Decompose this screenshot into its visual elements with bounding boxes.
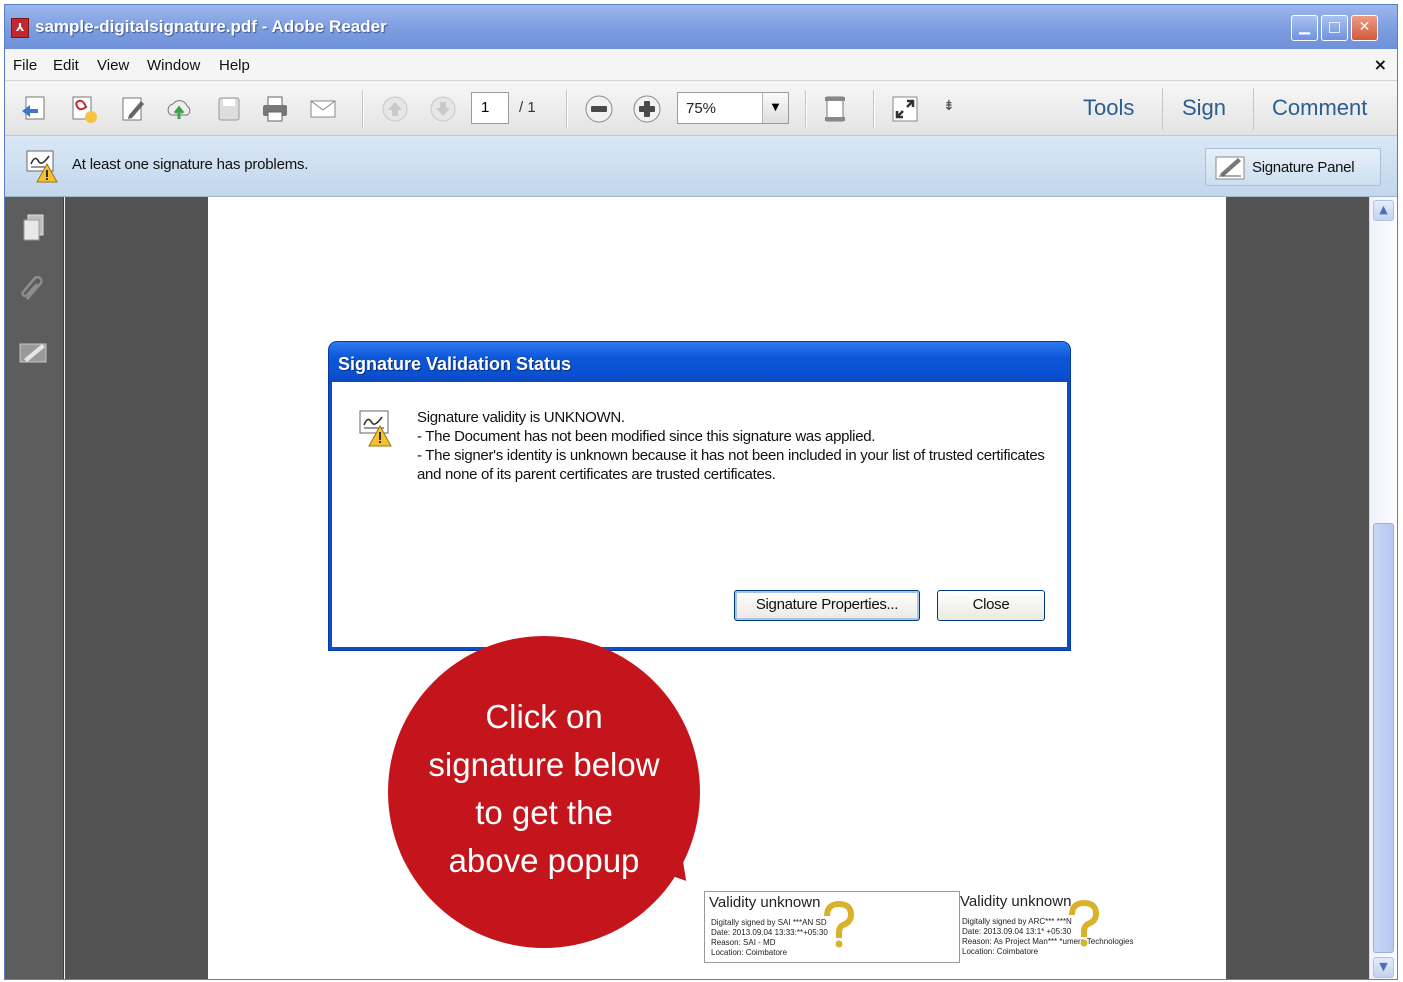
fit-page-icon[interactable] — [819, 93, 851, 125]
question-mark-icon — [1069, 899, 1100, 947]
cloud-upload-icon[interactable] — [163, 93, 195, 125]
zoom-out-icon[interactable] — [583, 93, 615, 125]
validity-status-line: Signature validity is UNKNOWN. — [417, 409, 625, 426]
page-number-input[interactable]: 1 — [471, 92, 509, 124]
dialog-title: Signature Validation Status — [338, 354, 572, 374]
navigation-pane — [5, 197, 64, 979]
menu-edit[interactable]: Edit — [53, 57, 79, 74]
edit-document-icon[interactable] — [117, 93, 149, 125]
signature-warning-icon — [359, 410, 392, 447]
toolbar: 1 / 1 75% ▼ ⇟ Tools Sign Comment — [5, 82, 1397, 136]
signature-details: Digitally signed by ARC*** ***N Date: 20… — [962, 917, 1134, 957]
scroll-down-icon[interactable]: ▼ — [1373, 957, 1394, 978]
window-title: sample-digitalsignature.pdf - Adobe Read… — [35, 17, 387, 36]
callout-line: signature below — [428, 746, 660, 783]
page-total: / 1 — [519, 99, 536, 116]
close-document-icon[interactable]: × — [1374, 55, 1387, 74]
modification-status-line: - The Document has not been modified sin… — [417, 428, 876, 445]
title-bar[interactable]: ⅄ sample-digitalsignature.pdf - Adobe Re… — [5, 5, 1397, 49]
toolbar-separator — [566, 90, 567, 128]
comment-pane-link[interactable]: Comment — [1272, 95, 1367, 121]
signature-status: Validity unknown — [709, 894, 821, 911]
vertical-scrollbar[interactable]: ▲ ▼ — [1369, 197, 1397, 979]
zoom-select[interactable]: 75% ▼ — [677, 92, 789, 124]
previous-page-icon[interactable] — [379, 93, 411, 125]
callout-line: to get the — [475, 794, 613, 831]
callout-line: Click on — [485, 698, 603, 735]
toolbar-separator — [873, 90, 874, 128]
menu-bar: File Edit View Window Help × — [5, 49, 1397, 81]
create-pdf-icon[interactable] — [67, 93, 99, 125]
dialog-title-bar[interactable]: Signature Validation Status — [329, 342, 1070, 382]
minimize-button[interactable]: ▁ — [1291, 15, 1318, 41]
signature-detail-line: Reason: SAI - MD — [711, 938, 776, 947]
tools-pane-link[interactable]: Tools — [1083, 95, 1134, 121]
sign-pane-link[interactable]: Sign — [1182, 95, 1226, 121]
zoom-value: 75% — [686, 100, 717, 117]
scroll-up-icon[interactable]: ▲ — [1373, 200, 1394, 221]
dialog-message: Signature validity is UNKNOWN. - The Doc… — [417, 408, 1057, 484]
signature-detail-line: Digitally signed by ARC*** ***N — [962, 917, 1072, 926]
signature-status: Validity unknown — [960, 893, 1072, 910]
signature-field-1[interactable]: Validity unknown Digitally signed by SAI… — [704, 891, 960, 963]
toolbar-separator — [1253, 88, 1254, 130]
question-mark-icon — [824, 900, 855, 948]
page-thumbnails-icon[interactable] — [17, 211, 51, 245]
signature-notification-bar: At least one signature has problems. Sig… — [5, 136, 1397, 197]
menu-view[interactable]: View — [97, 57, 129, 74]
signature-panel-button[interactable]: Signature Panel — [1205, 148, 1381, 186]
signature-detail-line: Digitally signed by SAI ***AN SD — [711, 918, 827, 927]
signature-details: Digitally signed by SAI ***AN SD Date: 2… — [711, 918, 828, 958]
signature-detail-line: Location: Coimbatore — [711, 948, 788, 957]
signature-warning-icon — [26, 150, 58, 183]
signature-field-2[interactable]: Validity unknown Digitally signed by ARC… — [956, 891, 1206, 963]
zoom-in-icon[interactable] — [631, 93, 663, 125]
notification-message: At least one signature has problems. — [72, 156, 309, 173]
attachments-icon[interactable] — [17, 273, 51, 307]
toolbar-separator — [805, 90, 806, 128]
signature-detail-line: Date: 2013.09.04 13:33:**+05:30 — [711, 928, 828, 937]
menu-file[interactable]: File — [13, 57, 37, 74]
open-file-icon[interactable] — [19, 93, 51, 125]
signature-detail-line: Date: 2013.09.04 13:1* +05:30 — [962, 927, 1072, 936]
callout-line: above popup — [448, 842, 640, 879]
email-icon[interactable] — [307, 93, 339, 125]
menu-help[interactable]: Help — [219, 57, 250, 74]
close-button[interactable]: ✕ — [1351, 15, 1378, 41]
save-icon[interactable] — [213, 93, 245, 125]
signature-validation-dialog: Signature Validation Status Signature va… — [329, 342, 1070, 650]
chevron-down-icon[interactable]: ▼ — [762, 93, 788, 123]
signature-detail-line: Reason: As Project Man*** *umers Technol… — [962, 937, 1134, 946]
signature-detail-line: Location: Coimbatore — [962, 947, 1039, 956]
menu-window[interactable]: Window — [147, 57, 200, 74]
signature-properties-button[interactable]: Signature Properties... — [734, 590, 920, 621]
identity-status-line: - The signer's identity is unknown becau… — [417, 447, 1045, 483]
dialog-close-button[interactable]: Close — [937, 590, 1045, 621]
signature-panel-label: Signature Panel — [1252, 159, 1355, 176]
print-icon[interactable] — [259, 93, 291, 125]
signature-pen-icon — [1215, 156, 1245, 180]
callout-bubble — [388, 636, 700, 948]
toolbar-separator — [1162, 88, 1163, 130]
maximize-button[interactable]: □ — [1321, 15, 1348, 41]
toolbar-overflow-icon[interactable]: ⇟ — [943, 98, 955, 114]
full-screen-icon[interactable] — [889, 93, 921, 125]
signatures-icon[interactable] — [17, 337, 51, 371]
next-page-icon[interactable] — [427, 93, 459, 125]
scrollbar-thumb[interactable] — [1373, 523, 1394, 953]
toolbar-separator — [362, 90, 363, 128]
pdf-icon: ⅄ — [11, 18, 29, 38]
